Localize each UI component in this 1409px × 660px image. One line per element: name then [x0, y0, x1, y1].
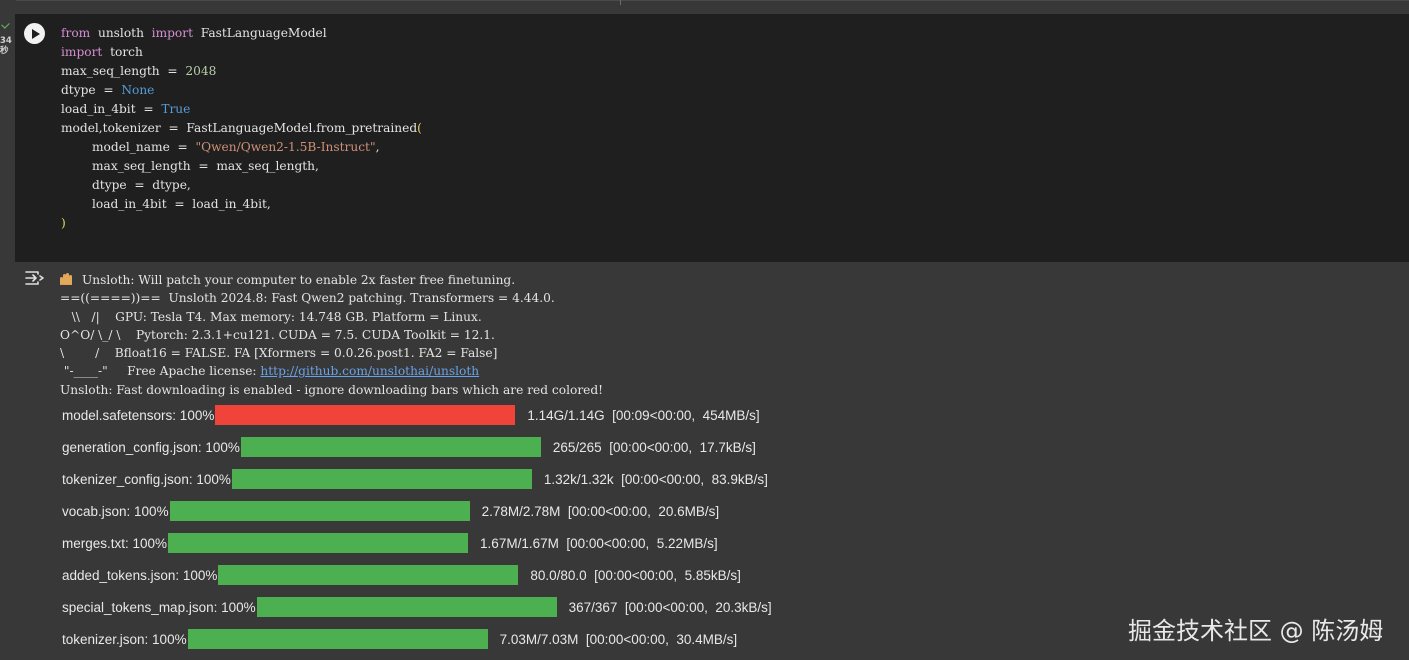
download-row: added_tokens.json: 100% 80.0/80.0 [00:00<… [62, 564, 741, 586]
download-label: model.safetensors: 100% [62, 407, 215, 423]
download-label: vocab.json: 100% [62, 503, 169, 519]
progress-fill [215, 405, 516, 425]
bracket: ( [417, 121, 422, 135]
download-stats: 1.67M/1.67M [00:00<00:00, 5.22MB/s] [480, 535, 718, 551]
code-token: model,tokenizer = FastLanguageModel.from… [61, 121, 418, 135]
code-line-6: model,tokenizer = FastLanguageModel.from… [61, 121, 422, 135]
download-row: model.safetensors: 100% 1.14G/1.14G [00:0… [62, 404, 760, 426]
cell-output: Unsloth: Will patch your computer to ena… [60, 271, 603, 399]
progress-bar [169, 501, 470, 521]
output-line-5: \ / Bfloat16 = FALSE. FA [Xformers = 0.0… [60, 346, 498, 361]
download-stats: 80.0/80.0 [00:00<00:00, 5.85kB/s] [530, 567, 741, 583]
code-token: model_name = [92, 140, 196, 154]
code-line-7: model_name = "Qwen/Qwen2-1.5B-Instruct", [92, 140, 379, 154]
progress-bar [187, 629, 488, 649]
output-line-3: \\ /| GPU: Tesla T4. Max memory: 14.748 … [60, 309, 482, 324]
download-row: special_tokens_map.json: 100% 367/367 [00… [62, 596, 772, 618]
download-label: merges.txt: 100% [62, 535, 168, 551]
constant-literal: None [121, 83, 155, 97]
code-line-2: import torch [61, 45, 143, 59]
output-line-4: O^O/ \_/ \ Pytorch: 2.3.1+cu121. CUDA = … [60, 327, 495, 342]
download-row: merges.txt: 100% 1.67M/1.67M [00:00<00:00… [62, 532, 718, 554]
progress-bar [256, 597, 557, 617]
progress-bar [218, 565, 519, 585]
run-cell-button[interactable] [24, 23, 45, 44]
code-line-5: load_in_4bit = True [61, 102, 190, 116]
download-stats: 1.32k/1.32k [00:00<00:00, 83.9kB/s] [543, 471, 768, 487]
download-row: tokenizer.json: 100% 7.03M/7.03M [00:00<0… [62, 628, 737, 650]
output-line-7: Unsloth: Fast downloading is enabled - i… [60, 382, 604, 397]
execution-count: 34 秒 [0, 36, 12, 56]
progress-fill [168, 533, 469, 553]
download-label: tokenizer_config.json: 100% [62, 471, 231, 487]
download-row: vocab.json: 100% 2.78M/2.78M [00:00<00:00… [62, 500, 719, 522]
output-line-2: ==((====))== Unsloth 2024.8: Fast Qwen2 … [60, 291, 555, 306]
keyword: from [61, 26, 91, 40]
output-toggle-icon[interactable] [24, 270, 46, 286]
progress-fill [187, 629, 488, 649]
top-strip [0, 0, 1409, 14]
download-stats: 2.78M/2.78M [00:00<00:00, 20.6MB/s] [481, 503, 720, 519]
progress-fill [256, 597, 557, 617]
progress-fill [169, 501, 470, 521]
code-line-10: load_in_4bit = load_in_4bit, [92, 197, 271, 211]
progress-bar [168, 533, 469, 553]
download-stats: 1.14G/1.14G [00:09<00:00, 454MB/s] [527, 407, 760, 423]
code-token: , [375, 140, 380, 154]
top-divider [620, 0, 621, 5]
code-line-9: dtype = dtype, [92, 178, 191, 192]
keyword: import [61, 45, 103, 59]
code-editor[interactable]: from unsloth import FastLanguageModel im… [61, 24, 422, 233]
waving-hand-icon [60, 273, 74, 285]
progress-bar [215, 405, 516, 425]
download-row: generation_config.json: 100% 265/265 [00:… [62, 436, 756, 458]
download-label: added_tokens.json: 100% [62, 567, 218, 583]
play-icon[interactable] [32, 28, 40, 39]
download-row: tokenizer_config.json: 100% 1.32k/1.32k [… [62, 468, 768, 490]
constant-literal: True [161, 102, 191, 116]
code-line-1: from unsloth import FastLanguageModel [61, 26, 327, 40]
code-line-3: max_seq_length = 2048 [61, 64, 216, 78]
code-line-8: max_seq_length = max_seq_length, [92, 159, 319, 173]
code-token: unsloth [97, 26, 144, 40]
code-line-4: dtype = None [61, 83, 154, 97]
code-token: torch [110, 45, 143, 59]
top-border [16, 0, 1409, 1]
code-line-11: ) [61, 216, 66, 230]
download-label: generation_config.json: 100% [62, 439, 240, 455]
code-token: FastLanguageModel [200, 26, 327, 40]
number-literal: 2048 [185, 64, 217, 78]
progress-bar [231, 469, 532, 489]
code-token: dtype = [61, 83, 122, 97]
download-label: special_tokens_map.json: 100% [62, 599, 256, 615]
progress-fill [218, 565, 519, 585]
download-stats: 265/265 [00:00<00:00, 17.7kB/s] [552, 439, 756, 455]
code-token: load_in_4bit = [61, 102, 162, 116]
watermark: 掘金技术社区 @ 陈汤姆 [1128, 617, 1384, 645]
keyword: import [151, 26, 193, 40]
string-literal: "Qwen/Qwen2-1.5B-Instruct" [195, 140, 376, 154]
progress-fill [231, 469, 532, 489]
progress-fill [240, 437, 541, 457]
progress-bar [240, 437, 541, 457]
download-label: tokenizer.json: 100% [62, 631, 187, 647]
check-icon [1, 20, 10, 29]
download-stats: 367/367 [00:00<00:00, 20.3kB/s] [568, 599, 772, 615]
output-line-1: Unsloth: Will patch your computer to ena… [82, 273, 516, 287]
download-stats: 7.03M/7.03M [00:00<00:00, 30.4MB/s] [499, 631, 738, 647]
code-token: max_seq_length = [61, 64, 186, 78]
output-line-6: "-____-" Free Apache license: [60, 364, 261, 379]
license-link[interactable]: http://github.com/unslothai/unsloth [260, 364, 479, 378]
